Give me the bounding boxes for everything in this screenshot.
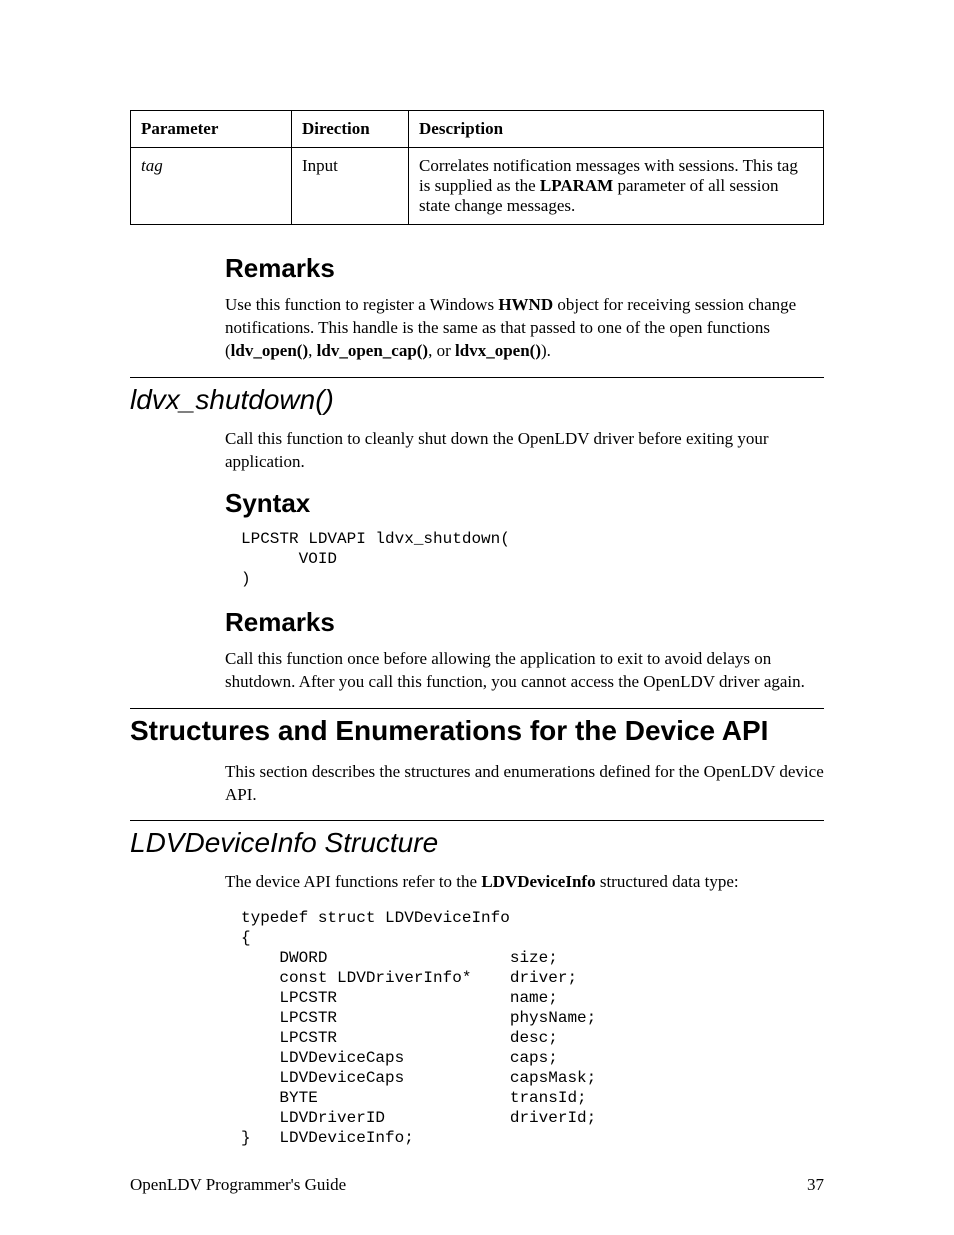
text: , or	[428, 341, 455, 360]
content-area: Parameter Direction Description tag Inpu…	[225, 110, 824, 1148]
bold-text: ldvx_open()	[455, 341, 541, 360]
th-parameter: Parameter	[131, 111, 292, 148]
structures-intro: This section describes the structures an…	[225, 761, 824, 807]
structures-heading: Structures and Enumerations for the Devi…	[130, 715, 824, 747]
remarks-heading-2: Remarks	[225, 607, 824, 638]
ldvx-shutdown-heading: ldvx_shutdown()	[130, 384, 824, 416]
desc-bold: LPARAM	[540, 176, 613, 195]
syntax-heading: Syntax	[225, 488, 824, 519]
table-header-row: Parameter Direction Description	[131, 111, 824, 148]
devinfo-code: typedef struct LDVDeviceInfo { DWORD siz…	[241, 908, 824, 1148]
syntax-code: LPCSTR LDVAPI ldvx_shutdown( VOID )	[241, 529, 824, 589]
cell-direction: Input	[292, 148, 409, 225]
cell-param: tag	[131, 148, 292, 225]
text: The device API functions refer to the	[225, 872, 481, 891]
footer-title: OpenLDV Programmer's Guide	[130, 1175, 346, 1195]
divider	[130, 820, 824, 821]
cell-description: Correlates notification messages with se…	[409, 148, 824, 225]
th-direction: Direction	[292, 111, 409, 148]
th-description: Description	[409, 111, 824, 148]
text: Use this function to register a Windows	[225, 295, 498, 314]
shutdown-intro: Call this function to cleanly shut down …	[225, 428, 824, 474]
devinfo-intro: The device API functions refer to the LD…	[225, 871, 824, 894]
remarks-paragraph-2: Call this function once before allowing …	[225, 648, 824, 694]
divider	[130, 377, 824, 378]
bold-text: ldv_open_cap()	[317, 341, 428, 360]
parameter-table: Parameter Direction Description tag Inpu…	[130, 110, 824, 225]
remarks-heading: Remarks	[225, 253, 824, 284]
document-page: Parameter Direction Description tag Inpu…	[0, 0, 954, 1235]
text: structured data type:	[596, 872, 739, 891]
divider	[130, 708, 824, 709]
bold-text: ldv_open()	[231, 341, 308, 360]
text: ).	[541, 341, 551, 360]
bold-text: LDVDeviceInfo	[481, 872, 595, 891]
remarks-paragraph: Use this function to register a Windows …	[225, 294, 824, 363]
bold-text: HWND	[498, 295, 553, 314]
page-number: 37	[807, 1175, 824, 1195]
page-footer: OpenLDV Programmer's Guide 37	[130, 1175, 824, 1195]
ldvdeviceinfo-heading: LDVDeviceInfo Structure	[130, 827, 824, 859]
table-row: tag Input Correlates notification messag…	[131, 148, 824, 225]
text: ,	[308, 341, 317, 360]
